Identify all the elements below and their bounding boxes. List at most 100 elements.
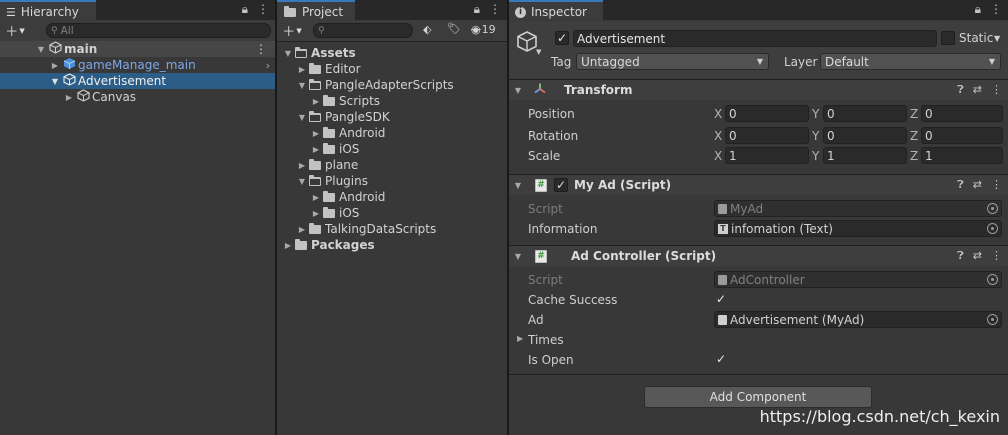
collapsed-triangle-icon[interactable]: ▶	[311, 193, 321, 202]
help-icon[interactable]: ❓︎	[957, 178, 964, 192]
more-menu-icon[interactable]: ⋮	[991, 178, 1002, 192]
tab-hierarchy[interactable]: ☰ Hierarchy	[0, 0, 96, 20]
collapsed-triangle-icon[interactable]: ▶	[311, 129, 321, 138]
scale-axis-label[interactable]: X	[714, 149, 722, 163]
project-tree-item[interactable]: ▶ iOS	[277, 141, 507, 157]
scale-z-field[interactable]: 1	[921, 147, 1003, 164]
position-axis-label[interactable]: Y	[812, 107, 819, 121]
ad-field[interactable]: Advertisement (MyAd)	[714, 311, 1002, 328]
collapsed-triangle-icon[interactable]: ▶	[311, 209, 321, 218]
add-component-button[interactable]: Add Component	[644, 386, 872, 408]
more-menu-icon[interactable]: ⋮	[489, 2, 501, 17]
tab-project[interactable]: Project	[277, 0, 355, 20]
object-picker-icon[interactable]	[987, 314, 998, 325]
rotation-axis-label[interactable]: X	[714, 129, 722, 143]
project-tree-item[interactable]: ▶ TalkingDataScripts	[277, 221, 507, 237]
hierarchy-row-advertisement[interactable]: ▼ Advertisement	[0, 73, 275, 89]
lock-icon[interactable]: 🔒︎	[975, 2, 981, 17]
tag-dropdown[interactable]: Untagged ▼	[576, 53, 769, 70]
collapsed-triangle-icon[interactable]: ▶	[283, 241, 293, 250]
rotation-y-field[interactable]: 0	[823, 127, 907, 144]
project-search-input[interactable]: ⚲	[313, 23, 413, 38]
presets-icon[interactable]: ⇄	[973, 83, 982, 97]
rotation-x-field[interactable]: 0	[725, 127, 809, 144]
is-open-checkbox[interactable]: ✓	[714, 352, 728, 366]
open-prefab-chevron-icon[interactable]: ›	[266, 59, 270, 72]
rotation-z-field[interactable]: 0	[921, 127, 1003, 144]
position-x-field[interactable]: 0	[725, 105, 809, 122]
hierarchy-row-canvas[interactable]: ▶ Canvas	[0, 89, 275, 105]
project-tree-item[interactable]: ▶ Android	[277, 189, 507, 205]
help-icon[interactable]: ❓︎	[957, 83, 964, 97]
project-tree-item[interactable]: ▶ Editor	[277, 61, 507, 77]
adcontroller-script-field[interactable]: AdController	[714, 271, 1002, 288]
presets-icon[interactable]: ⇄	[973, 249, 982, 263]
scale-y-field[interactable]: 1	[823, 147, 907, 164]
project-tree-item[interactable]: ▼ PangleAdapterScripts	[277, 77, 507, 93]
collapsed-triangle-icon[interactable]: ▶	[64, 93, 74, 102]
layer-dropdown[interactable]: Default ▼	[820, 53, 1001, 70]
foldout-triangle-icon[interactable]: ▼	[513, 86, 523, 95]
project-tree-item[interactable]: ▶ Packages	[277, 237, 507, 253]
object-picker-icon[interactable]	[987, 203, 998, 214]
collapsed-triangle-icon[interactable]: ▶	[311, 97, 321, 106]
hierarchy-row-gamemanage[interactable]: ▶ gameManage_main ›	[0, 57, 275, 73]
project-tree-item[interactable]: ▶ Android	[277, 125, 507, 141]
hidden-packages-icon[interactable]: ◉ 19	[471, 23, 496, 36]
static-dropdown-arrow-icon[interactable]: ▼	[994, 34, 1000, 43]
more-menu-icon[interactable]: ⋮	[257, 2, 269, 17]
collapsed-triangle-icon[interactable]: ▶	[311, 145, 321, 154]
icon-dropdown-arrow-icon[interactable]: ▼	[536, 48, 541, 56]
rotation-axis-label[interactable]: Y	[812, 129, 819, 143]
object-name-field[interactable]: Advertisement	[573, 30, 937, 47]
information-field[interactable]: T infomation (Text)	[714, 220, 1002, 237]
expanded-triangle-icon[interactable]: ▼	[297, 81, 307, 90]
filter-by-label-icon[interactable]: 🏷︎	[447, 22, 461, 35]
myad-component-header[interactable]: ▼ # ✓ My Ad (Script) ❓︎ ⇄ ⋮	[509, 174, 1008, 195]
tab-inspector[interactable]: i Inspector	[509, 0, 603, 20]
collapsed-triangle-icon[interactable]: ▶	[297, 65, 307, 74]
position-z-field[interactable]: 0	[921, 105, 1003, 122]
position-axis-label[interactable]: Z	[910, 107, 918, 121]
static-checkbox[interactable]	[941, 31, 955, 45]
filter-by-type-icon[interactable]: ⬖	[423, 23, 431, 36]
expanded-triangle-icon[interactable]: ▼	[297, 113, 307, 122]
scale-axis-label[interactable]: Y	[812, 149, 819, 163]
times-label[interactable]: Times	[528, 333, 564, 347]
myad-script-field[interactable]: MyAd	[714, 200, 1002, 217]
rotation-axis-label[interactable]: Z	[910, 129, 918, 143]
collapsed-triangle-icon[interactable]: ▶	[50, 61, 60, 70]
help-icon[interactable]: ❓︎	[957, 249, 964, 263]
project-tree-item[interactable]: ▶ iOS	[277, 205, 507, 221]
scene-more-icon[interactable]: ⋮	[255, 42, 267, 56]
more-menu-icon[interactable]: ⋮	[990, 2, 1002, 17]
times-foldout-triangle-icon[interactable]: ▶	[517, 334, 523, 343]
project-tree-item[interactable]: ▼ PangleSDK	[277, 109, 507, 125]
hierarchy-search-input[interactable]: ⚲ All	[46, 23, 271, 38]
project-tree-item[interactable]: ▶ plane	[277, 157, 507, 173]
collapsed-triangle-icon[interactable]: ▶	[297, 225, 307, 234]
create-asset-button[interactable]: ＋ ▼	[277, 21, 307, 41]
project-tree-item[interactable]: ▼ Plugins	[277, 173, 507, 189]
lock-icon[interactable]: 🔒︎	[242, 2, 248, 17]
active-checkbox[interactable]: ✓	[555, 31, 569, 45]
object-picker-icon[interactable]	[987, 274, 998, 285]
more-menu-icon[interactable]: ⋮	[991, 83, 1002, 97]
adcontroller-component-header[interactable]: ▼ # Ad Controller (Script) ❓︎ ⇄ ⋮	[509, 245, 1008, 266]
position-axis-label[interactable]: X	[714, 107, 722, 121]
scale-axis-label[interactable]: Z	[910, 149, 918, 163]
collapsed-triangle-icon[interactable]: ▶	[297, 161, 307, 170]
expanded-triangle-icon[interactable]: ▼	[36, 45, 46, 54]
object-picker-icon[interactable]	[987, 223, 998, 234]
transform-header[interactable]: ▼ Transform ❓︎ ⇄ ⋮	[509, 79, 1008, 100]
presets-icon[interactable]: ⇄	[973, 178, 982, 192]
project-tree-item[interactable]: ▼ Assets	[277, 45, 507, 61]
project-tree-item[interactable]: ▶ Scripts	[277, 93, 507, 109]
scale-x-field[interactable]: 1	[725, 147, 809, 164]
position-y-field[interactable]: 0	[823, 105, 907, 122]
expanded-triangle-icon[interactable]: ▼	[50, 77, 60, 86]
lock-icon[interactable]: 🔒︎	[474, 2, 480, 17]
more-menu-icon[interactable]: ⋮	[991, 249, 1002, 263]
hierarchy-row-scene[interactable]: ▼ main ⋮	[0, 41, 275, 57]
expanded-triangle-icon[interactable]: ▼	[297, 177, 307, 186]
